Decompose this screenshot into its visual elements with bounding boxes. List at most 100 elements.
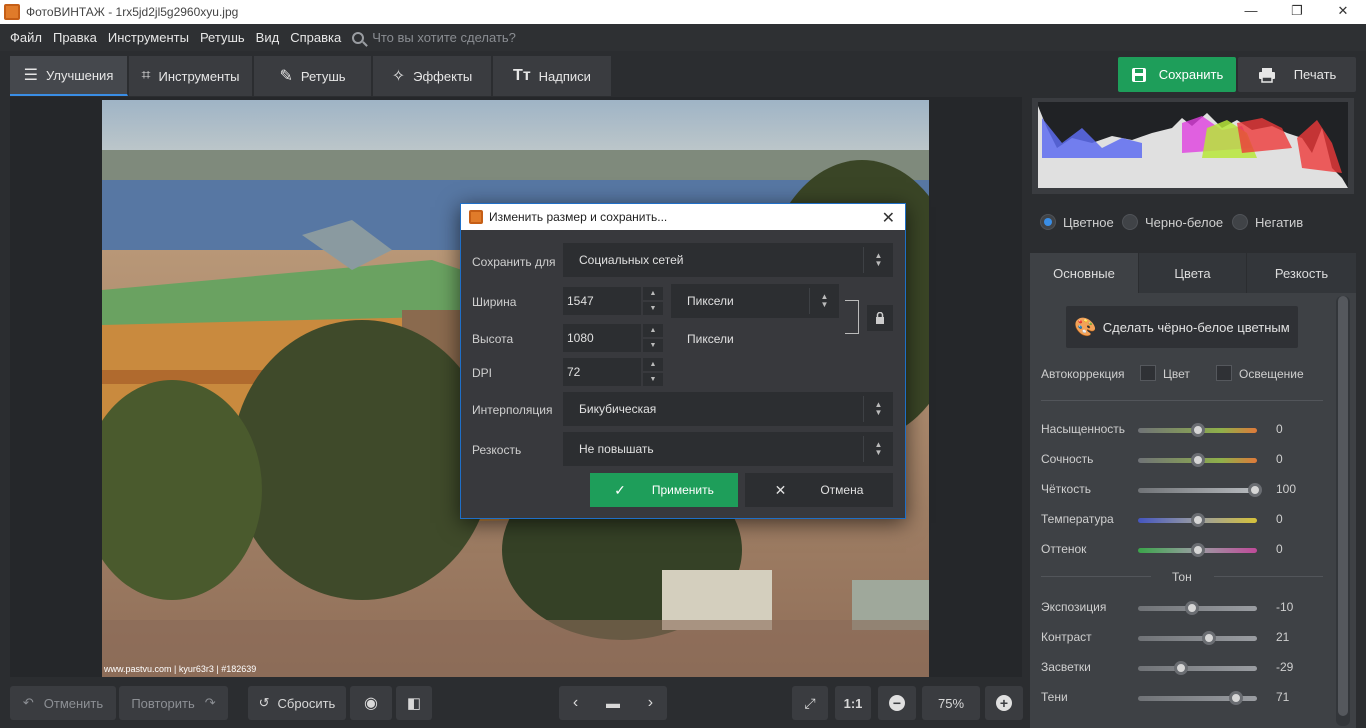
width-input[interactable]: 1547 ▲ ▼: [563, 287, 663, 315]
mode-bw[interactable]: Черно-белое: [1122, 214, 1223, 230]
menu-file[interactable]: Файл: [5, 30, 47, 45]
width-unit-value: Пиксели: [687, 294, 734, 308]
slider-value: 0: [1276, 512, 1283, 526]
updown-icon: ▲ ▼: [863, 396, 893, 422]
tab-captions[interactable]: Tт Надписи: [493, 56, 612, 96]
fit-button[interactable]: ⤢: [792, 686, 828, 720]
radio-negative[interactable]: [1232, 214, 1248, 230]
up-icon[interactable]: ▲: [643, 358, 663, 371]
text-icon: Tт: [513, 67, 531, 84]
slider-track[interactable]: [1138, 488, 1257, 493]
save-for-select[interactable]: Социальных сетей ▲ ▼: [563, 243, 893, 277]
radio-color[interactable]: [1040, 214, 1056, 230]
side-tab-basic[interactable]: Основные: [1030, 253, 1138, 293]
redo-button[interactable]: Повторить ↷: [119, 686, 228, 720]
zoom-out-button[interactable]: −: [878, 686, 916, 720]
preview-button[interactable]: ◉: [350, 686, 392, 720]
tab-tools[interactable]: ⌗ Инструменты: [129, 56, 253, 96]
width-unit-select[interactable]: Пиксели ▲ ▼: [671, 284, 839, 318]
height-value: 1080: [567, 331, 594, 345]
menu-edit[interactable]: Правка: [48, 30, 102, 45]
menu-view[interactable]: Вид: [251, 30, 285, 45]
menu-retouch[interactable]: Ретушь: [195, 30, 250, 45]
slider-handle[interactable]: [1190, 543, 1205, 557]
printer-icon: [1258, 67, 1275, 83]
app-icon: [469, 210, 483, 224]
up-icon[interactable]: ▲: [643, 324, 663, 337]
slider-handle[interactable]: [1184, 601, 1199, 615]
side-tab-colors[interactable]: Цвета: [1139, 253, 1246, 293]
dpi-stepper[interactable]: ▲ ▼: [643, 358, 663, 386]
zoom-in-button[interactable]: +: [985, 686, 1023, 720]
tab-label: Надписи: [538, 68, 591, 84]
interpolation-select[interactable]: Бикубическая ▲ ▼: [563, 392, 893, 426]
title-bar: ФотоВИНТАЖ - 1rx5jd2jl5g2960xyu.jpg — ❐ …: [0, 0, 1366, 24]
save-button[interactable]: Сохранить: [1118, 57, 1236, 92]
apply-button[interactable]: ✓ Применить: [590, 473, 738, 507]
prev-icon[interactable]: ‹: [573, 694, 578, 712]
actual-size-button[interactable]: 1:1: [835, 686, 871, 720]
slider-handle[interactable]: [1190, 513, 1205, 527]
height-stepper[interactable]: ▲ ▼: [643, 324, 663, 352]
mode-negative-label: Негатив: [1255, 214, 1304, 230]
undo-button[interactable]: ↶ Отменить: [10, 686, 116, 720]
cancel-button[interactable]: ✕ Отмена: [745, 473, 893, 507]
reset-button[interactable]: ↺ Сбросить: [248, 686, 346, 720]
auto-light-checkbox[interactable]: [1216, 365, 1232, 381]
width-stepper[interactable]: ▲ ▼: [643, 287, 663, 315]
minimize-button[interactable]: —: [1228, 0, 1274, 24]
aspect-lock-button[interactable]: [867, 305, 893, 331]
close-button[interactable]: ✕: [1320, 0, 1366, 24]
histogram: [1032, 98, 1354, 194]
up-icon[interactable]: ▲: [643, 287, 663, 300]
slider-value: -10: [1276, 600, 1294, 614]
height-input[interactable]: 1080 ▲ ▼: [563, 324, 663, 352]
slider-handle[interactable]: [1228, 691, 1243, 705]
tab-enhancements[interactable]: ☰ Улучшения: [10, 56, 128, 96]
scrollbar-thumb[interactable]: [1338, 296, 1348, 716]
menu-tools[interactable]: Инструменты: [103, 30, 194, 45]
sharpness-select[interactable]: Не повышать ▲ ▼: [563, 432, 893, 466]
dpi-input[interactable]: 72 ▲ ▼: [563, 358, 663, 386]
side-tab-sharpness[interactable]: Резкость: [1247, 253, 1356, 293]
floppy-icon: [1131, 67, 1146, 82]
folder-icon[interactable]: ▬: [606, 695, 620, 711]
slider-track[interactable]: [1138, 636, 1257, 641]
tab-retouch[interactable]: ✎ Ретушь: [254, 56, 372, 96]
eye-icon: ◉: [364, 695, 378, 712]
slider-handle[interactable]: [1173, 661, 1188, 675]
down-icon[interactable]: ▼: [643, 339, 663, 352]
slider-track[interactable]: [1138, 666, 1257, 671]
panel-scrollbar[interactable]: [1336, 296, 1350, 726]
radio-bw[interactable]: [1122, 214, 1138, 230]
slider-handle[interactable]: [1247, 483, 1262, 497]
down-icon[interactable]: ▼: [643, 373, 663, 386]
menu-search[interactable]: Что вы хотите сделать?: [352, 30, 516, 45]
down-icon[interactable]: ▼: [643, 302, 663, 315]
mode-negative[interactable]: Негатив: [1232, 214, 1303, 230]
file-navigation: ‹ ▬ ›: [559, 686, 667, 720]
interpolation-label: Интерполяция: [472, 403, 553, 417]
slider-handle[interactable]: [1190, 423, 1205, 437]
colorize-button[interactable]: 🎨 Сделать чёрно-белое цветным: [1066, 306, 1298, 348]
print-button[interactable]: Печать: [1238, 57, 1356, 92]
close-icon: ✕: [774, 481, 787, 498]
zoom-level[interactable]: 75%: [922, 686, 980, 720]
next-icon[interactable]: ›: [648, 694, 653, 712]
mode-color[interactable]: Цветное: [1040, 214, 1114, 230]
tab-effects[interactable]: ✧ Эффекты: [373, 56, 492, 96]
dialog-close-icon[interactable]: ✕: [882, 208, 895, 228]
app-icon: [4, 4, 20, 20]
updown-icon: ▲ ▼: [863, 436, 893, 462]
slider-handle[interactable]: [1190, 453, 1205, 467]
menu-help[interactable]: Справка: [285, 30, 346, 45]
slider-handle[interactable]: [1202, 631, 1217, 645]
auto-color-checkbox[interactable]: [1140, 365, 1156, 381]
maximize-button[interactable]: ❐: [1274, 0, 1320, 24]
apply-label: Применить: [651, 483, 714, 497]
colorize-label: Сделать чёрно-белое цветным: [1102, 319, 1290, 335]
divider: [1041, 400, 1323, 401]
slider-label: Оттенок: [1041, 542, 1087, 556]
compare-button[interactable]: ◧: [396, 686, 432, 720]
plus-icon: +: [996, 695, 1012, 711]
